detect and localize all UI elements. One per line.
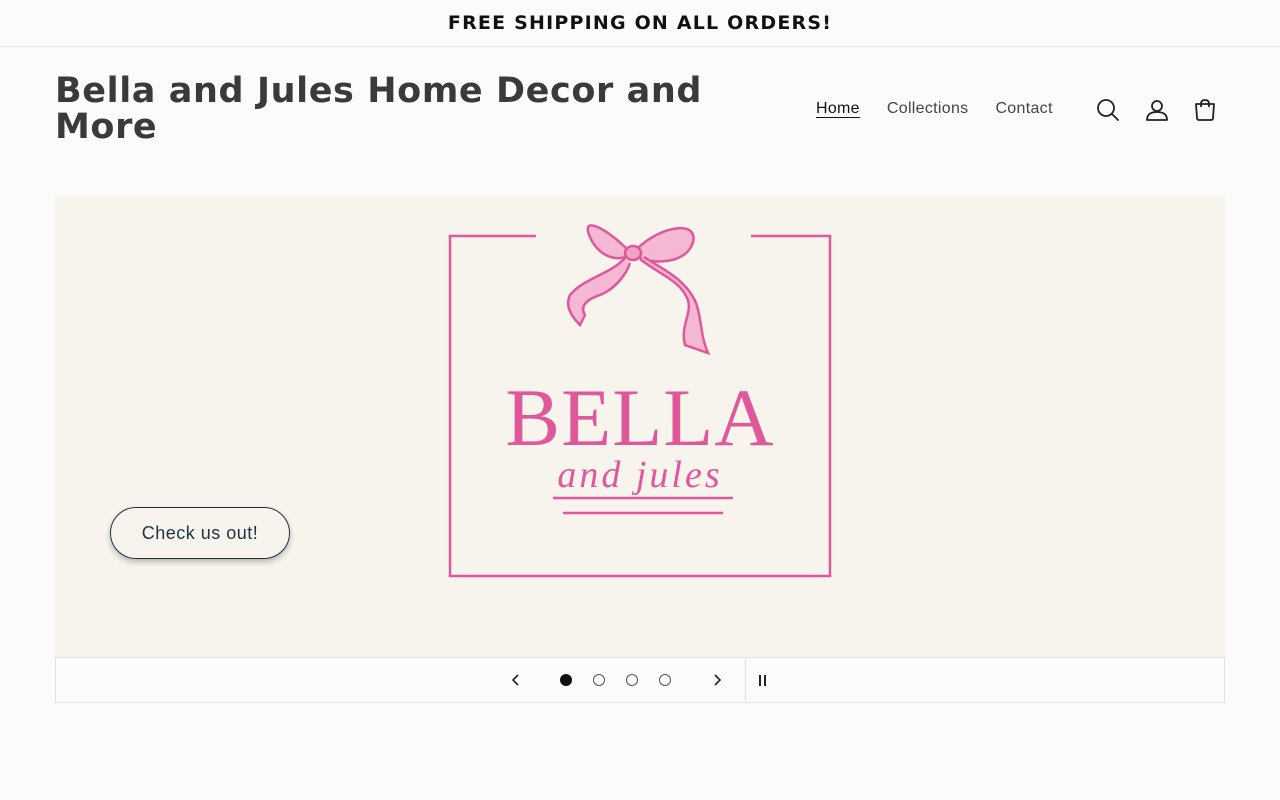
account-icon[interactable] — [1142, 95, 1172, 125]
nav-link-contact[interactable]: Contact — [995, 100, 1052, 118]
check-us-out-button[interactable]: Check us out! — [110, 507, 290, 559]
site-header: Bella and Jules Home Decor and More Home… — [0, 47, 1280, 175]
slide-dot-1[interactable] — [560, 674, 572, 686]
main-nav: Home Collections Contact — [816, 100, 1080, 118]
search-icon[interactable] — [1093, 95, 1123, 125]
hero-slideshow: BELLA and jules Check us out! — [55, 195, 1225, 658]
announcement-bar: FREE SHIPPING ON ALL ORDERS! — [0, 0, 1280, 47]
slide-dot-2[interactable] — [593, 674, 605, 686]
next-slide-button[interactable] — [697, 658, 737, 702]
nav-link-home[interactable]: Home — [816, 100, 860, 118]
controls-divider — [745, 658, 746, 702]
chevron-right-icon — [714, 674, 722, 686]
slideshow-controls — [55, 657, 1225, 703]
pause-icon[interactable] — [752, 658, 772, 702]
nav-link-collections[interactable]: Collections — [887, 100, 969, 118]
slide-dot-3[interactable] — [626, 674, 638, 686]
slide-dot-4[interactable] — [659, 674, 671, 686]
cart-icon[interactable] — [1190, 95, 1220, 125]
logo-main-text: BELLA — [505, 372, 775, 463]
announcement-text: FREE SHIPPING ON ALL ORDERS! — [447, 12, 833, 34]
logo-sub-text: and jules — [557, 454, 723, 496]
site-title[interactable]: Bella and Jules Home Decor and More — [55, 73, 775, 145]
bella-and-jules-logo: BELLA and jules — [440, 215, 840, 585]
bow-icon — [566, 224, 711, 356]
previous-slide-button[interactable] — [496, 658, 536, 702]
chevron-left-icon — [511, 674, 519, 686]
